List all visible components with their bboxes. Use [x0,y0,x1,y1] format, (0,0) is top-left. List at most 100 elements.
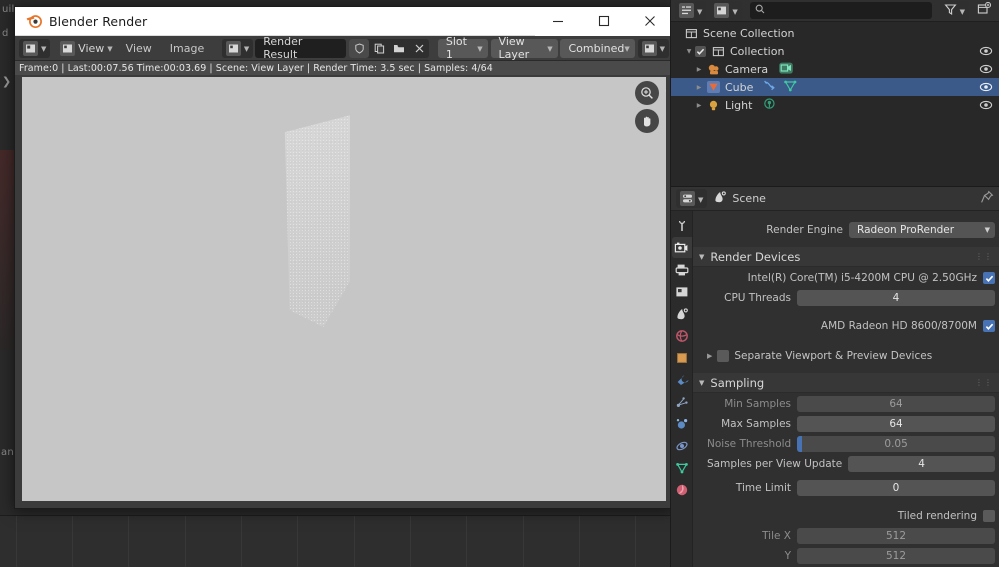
hand-icon[interactable] [635,109,659,133]
menu-view[interactable]: View [117,42,161,55]
canvas-navigation-overlay[interactable] [635,81,661,137]
minimize-icon[interactable] [535,6,581,36]
render-engine-row[interactable]: Render Engine Radeon ProRender ▼ [693,221,999,239]
panel-collapse-triangle-icon[interactable]: ▼ [699,253,704,261]
noise-threshold-slider[interactable]: 0.05 [797,436,995,452]
maximize-icon[interactable] [581,6,627,36]
blender-render-window[interactable]: Blender Render ▼ View ▼ View Image ▼ Ren… [14,6,674,509]
tab-modifiers[interactable] [672,369,692,390]
panel-drag-grip[interactable]: ⋮⋮ [975,252,993,261]
tab-render[interactable] [671,237,692,258]
menu-image[interactable]: Image [161,42,213,55]
render-pass-selector[interactable]: Combined ▼ [560,38,635,58]
visibility-eye-icon[interactable] [979,62,993,79]
disclosure-triangle-right-icon[interactable]: ▶ [693,102,705,109]
outliner-row-scene-collection[interactable]: Scene Collection [671,24,999,42]
tile-y-field[interactable]: 512 [797,548,995,564]
outliner-row-cube[interactable]: ▶ Cube [671,78,999,96]
copy-icon[interactable] [369,39,389,58]
disclosure-triangle-down-icon[interactable]: ▼ [683,48,695,55]
panel-sampling-header[interactable]: ▼ Sampling ⋮⋮ [693,373,999,393]
cpu-device-row[interactable]: Intel(R) Core(TM) i5-4200M CPU @ 2.50GHz [693,269,999,287]
view-layer-selector[interactable]: View Layer ▼ [490,35,558,61]
properties-panel-column[interactable]: Render Engine Radeon ProRender ▼ ▼ Rende… [693,211,999,567]
tab-particles[interactable] [672,391,692,412]
max-samples-row[interactable]: Max Samples 64 [693,415,999,433]
max-samples-field[interactable]: 64 [797,416,995,432]
outliner-row-light[interactable]: ▶ Light [671,96,999,114]
tab-physics[interactable] [672,413,692,434]
image-name-field[interactable]: Render Result [255,35,347,61]
disclosure-triangle-right-icon[interactable]: ▶ [693,84,705,91]
properties-editor[interactable]: ▼ Scene Render Engine Radeon ProRender ▼… [670,186,999,567]
panel-render-devices-header[interactable]: ▼ Render Devices ⋮⋮ [693,247,999,267]
shield-icon[interactable] [349,38,370,58]
light-data-icon[interactable] [762,97,777,114]
tab-tool[interactable] [672,215,692,236]
render-result-canvas[interactable]: ❮ [22,77,666,501]
tab-data[interactable] [672,457,692,478]
cpu-threads-row[interactable]: CPU Threads 4 [693,289,999,307]
time-limit-field[interactable]: 0 [797,480,995,496]
collection-checkbox[interactable] [695,45,706,57]
min-samples-field[interactable]: 64 [797,396,995,412]
chevron-left-icon[interactable]: ❮ [664,85,666,96]
filter-id-type-selector[interactable]: ▼ [710,1,742,20]
tab-material[interactable] [672,479,692,500]
visibility-eye-icon[interactable] [979,98,993,115]
samples-per-view-update-row[interactable]: Samples per View Update 4 [693,455,999,473]
subpanel-expand-triangle-icon[interactable]: ▶ [707,352,712,360]
time-limit-row[interactable]: Time Limit 0 [693,479,999,497]
tab-scene[interactable] [672,303,692,324]
panel-drag-grip[interactable]: ⋮⋮ [975,378,993,387]
outliner-display-mode-selector[interactable]: ▼ [675,1,707,20]
tiled-rendering-row[interactable]: Tiled rendering [693,507,999,525]
camera-data-icon[interactable] [778,61,794,78]
outliner-header[interactable]: ▼ ▼ ▼ [671,0,999,22]
tab-constraints[interactable] [672,435,692,456]
noise-threshold-row[interactable]: Noise Threshold 0.05 [693,435,999,453]
separate-viewport-devices-row[interactable]: ▶ Separate Viewport & Preview Devices [693,347,999,365]
browse-image-button[interactable]: ▼ [221,38,254,58]
tab-output[interactable] [672,259,692,280]
visibility-eye-icon[interactable] [979,44,993,61]
editor-type-selector[interactable]: ▼ [19,38,51,58]
cpu-threads-field[interactable]: 4 [797,290,995,306]
image-view-mode-selector[interactable]: View ▼ [56,39,117,58]
mesh-data-icon[interactable] [783,79,798,96]
tab-object[interactable] [672,347,692,368]
folder-icon[interactable] [389,39,409,58]
visibility-eye-icon[interactable] [979,80,993,97]
gpu-device-row[interactable]: AMD Radeon HD 8600/8700M [693,317,999,335]
tab-view-layer[interactable] [672,281,692,302]
outliner-tree[interactable]: Scene Collection ▼ Collection ▶ Camera ▶… [671,22,999,114]
display-channels-selector[interactable]: ▼ [637,38,670,58]
render-engine-selector[interactable]: Radeon ProRender ▼ [849,222,995,238]
properties-tab-column[interactable] [671,211,693,567]
timeline-editor[interactable] [0,515,670,567]
viewport-sidebar-toggle-icon[interactable]: ❯ [2,75,11,88]
properties-header[interactable]: ▼ Scene [671,187,999,211]
tiled-rendering-checkbox[interactable] [983,510,995,522]
separate-viewport-devices-checkbox[interactable] [717,350,730,362]
outliner-row-camera[interactable]: ▶ Camera [671,60,999,78]
x-icon[interactable] [409,39,429,58]
image-editor-header[interactable]: ▼ View ▼ View Image ▼ Render Result Slot… [15,35,673,61]
outliner-row-collection[interactable]: ▼ Collection [671,42,999,60]
tile-y-row[interactable]: Y 512 [693,547,999,565]
tab-world[interactable] [672,325,692,346]
new-collection-button[interactable] [973,1,995,20]
render-slot-selector[interactable]: Slot 1 ▼ [437,35,488,61]
gpu-device-checkbox[interactable] [983,320,995,332]
pin-icon[interactable] [980,189,994,208]
tile-x-row[interactable]: Tile X 512 [693,527,999,545]
tile-x-field[interactable]: 512 [797,528,995,544]
panel-collapse-triangle-icon[interactable]: ▼ [699,379,704,387]
cpu-device-checkbox[interactable] [983,272,995,284]
min-samples-row[interactable]: Min Samples 64 [693,395,999,413]
search-input[interactable] [749,2,932,19]
render-window-titlebar[interactable]: Blender Render [15,6,673,36]
samples-per-view-update-field[interactable]: 4 [848,456,995,472]
zoom-in-icon[interactable] [635,81,659,105]
modifier-icon[interactable] [763,79,778,96]
